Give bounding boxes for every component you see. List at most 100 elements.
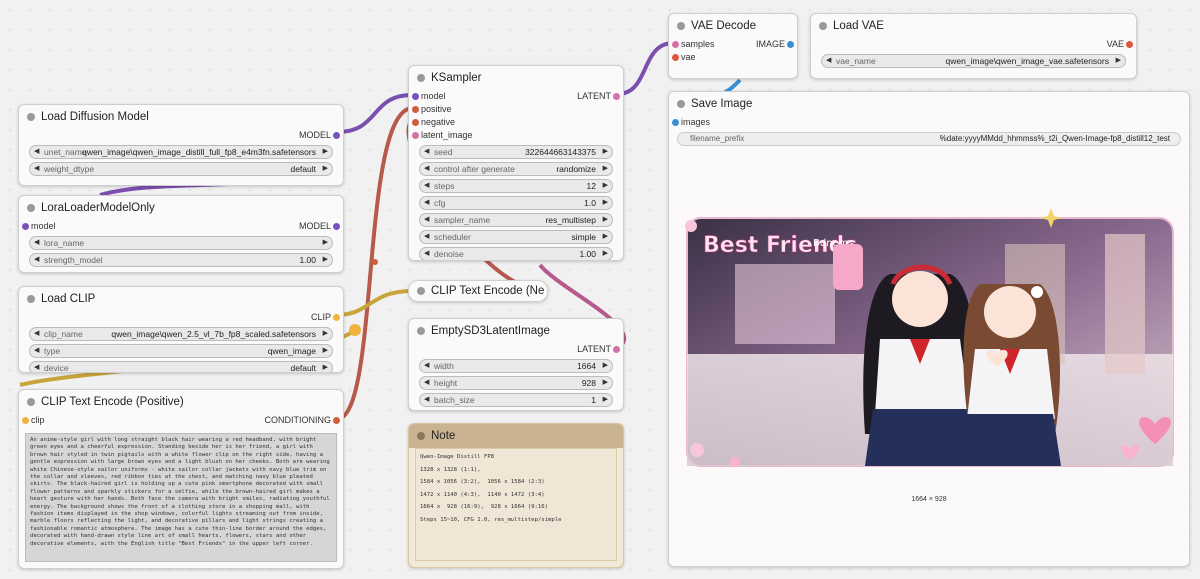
node-title[interactable]: Save Image bbox=[669, 92, 1189, 116]
node-save-image[interactable]: Save Image images filename_prefix %date:y… bbox=[668, 91, 1190, 567]
arrow-right-icon[interactable]: ▶ bbox=[603, 377, 608, 389]
arrow-left-icon[interactable]: ◀ bbox=[424, 180, 429, 192]
widget-denoise[interactable]: ◀ denoise 1.00 ▶ bbox=[419, 247, 613, 260]
arrow-left-icon[interactable]: ◀ bbox=[424, 394, 429, 406]
widget-device[interactable]: ◀ device default ▶ bbox=[29, 361, 333, 372]
arrow-right-icon[interactable]: ▶ bbox=[603, 163, 608, 175]
collapse-dot-icon[interactable] bbox=[417, 327, 425, 335]
collapse-dot-icon[interactable] bbox=[27, 204, 35, 212]
widget-unet-name[interactable]: ◀ unet_name qwen_image\qwen_image_distill_… bbox=[29, 145, 333, 159]
arrow-right-icon[interactable]: ▶ bbox=[323, 328, 328, 340]
arrow-right-icon[interactable]: ▶ bbox=[323, 362, 328, 372]
widget-seed[interactable]: ◀ seed 322644663143375 ▶ bbox=[419, 145, 613, 159]
node-load-vae[interactable]: Load VAE VAE ◀ vae_name qwen_image\qwen_im… bbox=[810, 13, 1137, 79]
collapse-dot-icon[interactable] bbox=[677, 22, 685, 30]
arrow-left-icon[interactable]: ◀ bbox=[826, 55, 831, 67]
node-title[interactable]: CLIP Text Encode (Ne bbox=[409, 281, 547, 301]
widget-steps[interactable]: ◀ steps 12 ▶ bbox=[419, 179, 613, 193]
arrow-right-icon[interactable]: ▶ bbox=[603, 146, 608, 158]
node-title[interactable]: LoraLoaderModelOnly bbox=[19, 196, 343, 220]
arrow-right-icon[interactable]: ▶ bbox=[323, 254, 328, 266]
node-title[interactable]: CLIP Text Encode (Positive) bbox=[19, 390, 343, 414]
input-negative-socket[interactable] bbox=[412, 119, 419, 126]
node-load-clip[interactable]: Load CLIP CLIP ◀ clip_name qwen_image\qwen… bbox=[18, 286, 344, 373]
arrow-left-icon[interactable]: ◀ bbox=[34, 345, 39, 357]
collapse-dot-icon[interactable] bbox=[417, 74, 425, 82]
widget-batch-size[interactable]: ◀ batch_size 1 ▶ bbox=[419, 393, 613, 407]
node-vae-decode[interactable]: VAE Decode samples IMAGE vae bbox=[668, 13, 798, 79]
output-latent-socket[interactable] bbox=[613, 93, 620, 100]
node-empty-sd3-latent-image[interactable]: EmptySD3LatentImage LATENT ◀ width 1664 ▶ ◀… bbox=[408, 318, 624, 411]
widget-width[interactable]: ◀ width 1664 ▶ bbox=[419, 359, 613, 373]
node-title[interactable]: Load CLIP bbox=[19, 287, 343, 311]
arrow-left-icon[interactable]: ◀ bbox=[34, 146, 39, 158]
widget-weight-dtype[interactable]: ◀ weight_dtype default ▶ bbox=[29, 162, 333, 176]
node-note[interactable]: Note Qwen-Image Distill FP8 1328 x 1328 (… bbox=[408, 423, 624, 568]
widget-cfg[interactable]: ◀ cfg 1.0 ▶ bbox=[419, 196, 613, 210]
collapse-dot-icon[interactable] bbox=[677, 100, 685, 108]
input-latent-socket[interactable] bbox=[412, 132, 419, 139]
arrow-right-icon[interactable]: ▶ bbox=[603, 214, 608, 226]
output-vae-socket[interactable] bbox=[1126, 41, 1133, 48]
arrow-left-icon[interactable]: ◀ bbox=[424, 231, 429, 243]
node-lora-loader[interactable]: LoraLoaderModelOnly model MODEL ◀ lora_nam… bbox=[18, 195, 344, 273]
arrow-right-icon[interactable]: ▶ bbox=[1116, 55, 1121, 67]
output-latent-socket[interactable] bbox=[613, 346, 620, 353]
output-image-preview[interactable]: Best Friends Bdnems bbox=[675, 204, 1185, 566]
collapse-dot-icon[interactable] bbox=[819, 22, 827, 30]
collapse-dot-icon[interactable] bbox=[27, 398, 35, 406]
widget-type[interactable]: ◀ type qwen_image ▶ bbox=[29, 344, 333, 358]
node-title[interactable]: Load Diffusion Model bbox=[19, 105, 343, 129]
arrow-right-icon[interactable]: ▶ bbox=[323, 345, 328, 357]
arrow-right-icon[interactable]: ▶ bbox=[323, 237, 328, 249]
output-conditioning-socket[interactable] bbox=[333, 417, 340, 424]
output-clip-socket[interactable] bbox=[333, 314, 340, 321]
widget-clip-name[interactable]: ◀ clip_name qwen_image\qwen_2.5_vl_7b_fp8_… bbox=[29, 327, 333, 341]
output-model-socket[interactable] bbox=[333, 223, 340, 230]
widget-vae-name[interactable]: ◀ vae_name qwen_image\qwen_image_vae.safet… bbox=[821, 54, 1126, 68]
arrow-left-icon[interactable]: ◀ bbox=[424, 146, 429, 158]
arrow-left-icon[interactable]: ◀ bbox=[34, 254, 39, 266]
arrow-left-icon[interactable]: ◀ bbox=[424, 248, 429, 260]
collapse-dot-icon[interactable] bbox=[27, 113, 35, 121]
node-load-diffusion-model[interactable]: Load Diffusion Model MODEL ◀ unet_name qwe… bbox=[18, 104, 344, 186]
node-title[interactable]: Note bbox=[409, 424, 623, 448]
widget-strength-model[interactable]: ◀ strength_model 1.00 ▶ bbox=[29, 253, 333, 267]
arrow-left-icon[interactable]: ◀ bbox=[424, 163, 429, 175]
arrow-left-icon[interactable]: ◀ bbox=[424, 197, 429, 209]
node-title[interactable]: VAE Decode bbox=[669, 14, 797, 38]
arrow-right-icon[interactable]: ▶ bbox=[603, 197, 608, 209]
arrow-right-icon[interactable]: ▶ bbox=[603, 248, 608, 260]
arrow-right-icon[interactable]: ▶ bbox=[603, 360, 608, 372]
input-model-socket[interactable] bbox=[22, 223, 29, 230]
input-model-socket[interactable] bbox=[412, 93, 419, 100]
node-title[interactable]: KSampler bbox=[409, 66, 623, 90]
widget-sampler-name[interactable]: ◀ sampler_name res_multistep ▶ bbox=[419, 213, 613, 227]
input-samples-socket[interactable] bbox=[672, 41, 679, 48]
output-model-socket[interactable] bbox=[333, 132, 340, 139]
arrow-left-icon[interactable]: ◀ bbox=[34, 362, 39, 372]
node-ksampler[interactable]: KSampler model LATENT positive negative l… bbox=[408, 65, 624, 261]
arrow-left-icon[interactable]: ◀ bbox=[34, 328, 39, 340]
node-title[interactable]: Load VAE bbox=[811, 14, 1136, 38]
arrow-left-icon[interactable]: ◀ bbox=[424, 360, 429, 372]
node-title[interactable]: EmptySD3LatentImage bbox=[409, 319, 623, 343]
arrow-left-icon[interactable]: ◀ bbox=[424, 377, 429, 389]
note-textarea[interactable]: Qwen-Image Distill FP8 1328 x 1328 (1:1),… bbox=[415, 448, 617, 561]
arrow-right-icon[interactable]: ▶ bbox=[323, 163, 328, 175]
collapse-dot-icon[interactable] bbox=[417, 287, 425, 295]
input-positive-socket[interactable] bbox=[412, 106, 419, 113]
input-vae-socket[interactable] bbox=[672, 54, 679, 61]
input-clip-socket[interactable] bbox=[22, 417, 29, 424]
widget-filename-prefix[interactable]: filename_prefix %date:yyyyMMdd_hhmmss%_t2… bbox=[677, 132, 1181, 146]
widget-height[interactable]: ◀ height 928 ▶ bbox=[419, 376, 613, 390]
collapse-dot-icon[interactable] bbox=[27, 295, 35, 303]
widget-scheduler[interactable]: ◀ scheduler simple ▶ bbox=[419, 230, 613, 244]
node-clip-text-encode-negative[interactable]: CLIP Text Encode (Ne bbox=[408, 280, 548, 302]
output-image-socket[interactable] bbox=[787, 41, 794, 48]
arrow-right-icon[interactable]: ▶ bbox=[603, 394, 608, 406]
arrow-left-icon[interactable]: ◀ bbox=[34, 237, 39, 249]
widget-control-after-generate[interactable]: ◀ control after generate randomize ▶ bbox=[419, 162, 613, 176]
arrow-right-icon[interactable]: ▶ bbox=[603, 180, 608, 192]
node-clip-text-encode-positive[interactable]: CLIP Text Encode (Positive) clip CONDITIO… bbox=[18, 389, 344, 569]
